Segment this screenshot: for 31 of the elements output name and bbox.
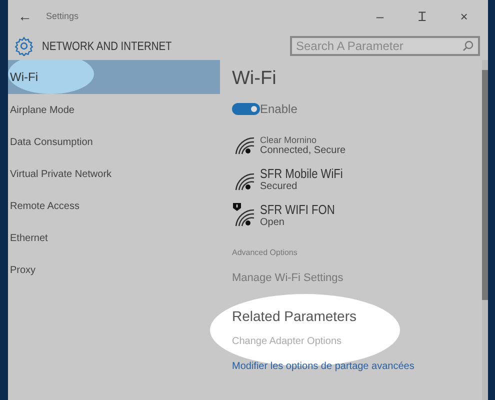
network-item[interactable]: Clear Mornino Connected, Secure [232,130,470,156]
network-item[interactable]: SFR WIFI FON Open [232,202,470,228]
toggle-label: Enable [260,102,298,116]
window-control-button[interactable]: × [450,8,478,24]
sidebar-item[interactable]: Virtual Private Network [8,158,220,190]
settings-icon [14,36,34,56]
window-title: Settings [46,11,79,21]
advanced-options-label: Advanced Options [232,248,298,257]
network-name: Clear Mornino [260,135,318,145]
section-title: NETWORK AND INTERNET [42,39,172,53]
search-icon [462,40,474,52]
sidebar-item[interactable]: Remote Access [8,190,220,222]
network-status: Secured [260,181,298,192]
window-control-button[interactable]: – [366,8,394,24]
page-title: Wi-Fi [232,68,278,90]
related-link[interactable]: Modifier les options de partage avancées [232,361,470,372]
sidebar-item[interactable]: Proxy [8,254,220,286]
network-status: Connected, Secure [260,145,346,156]
network-item[interactable]: SFR Mobile WiFi Secured [232,166,470,192]
network-name: SFR Mobile WiFi [260,166,343,181]
network-name: SFR WIFI FON [260,202,335,217]
sidebar-item[interactable]: Wi-Fi [8,60,220,94]
window-control-button[interactable]: Ɪ [408,7,436,25]
toggle-switch[interactable] [232,103,260,115]
sidebar-item[interactable]: Airplane Mode [8,94,220,126]
sidebar-item[interactable]: Data Consumption [8,126,220,158]
search-field[interactable]: Search A Parameter [290,36,480,56]
sidebar-item[interactable]: Ethernet [8,222,220,254]
network-status: Open [260,217,286,228]
back-button[interactable]: ← [18,8,32,24]
related-title: Related Parameters [232,308,358,324]
